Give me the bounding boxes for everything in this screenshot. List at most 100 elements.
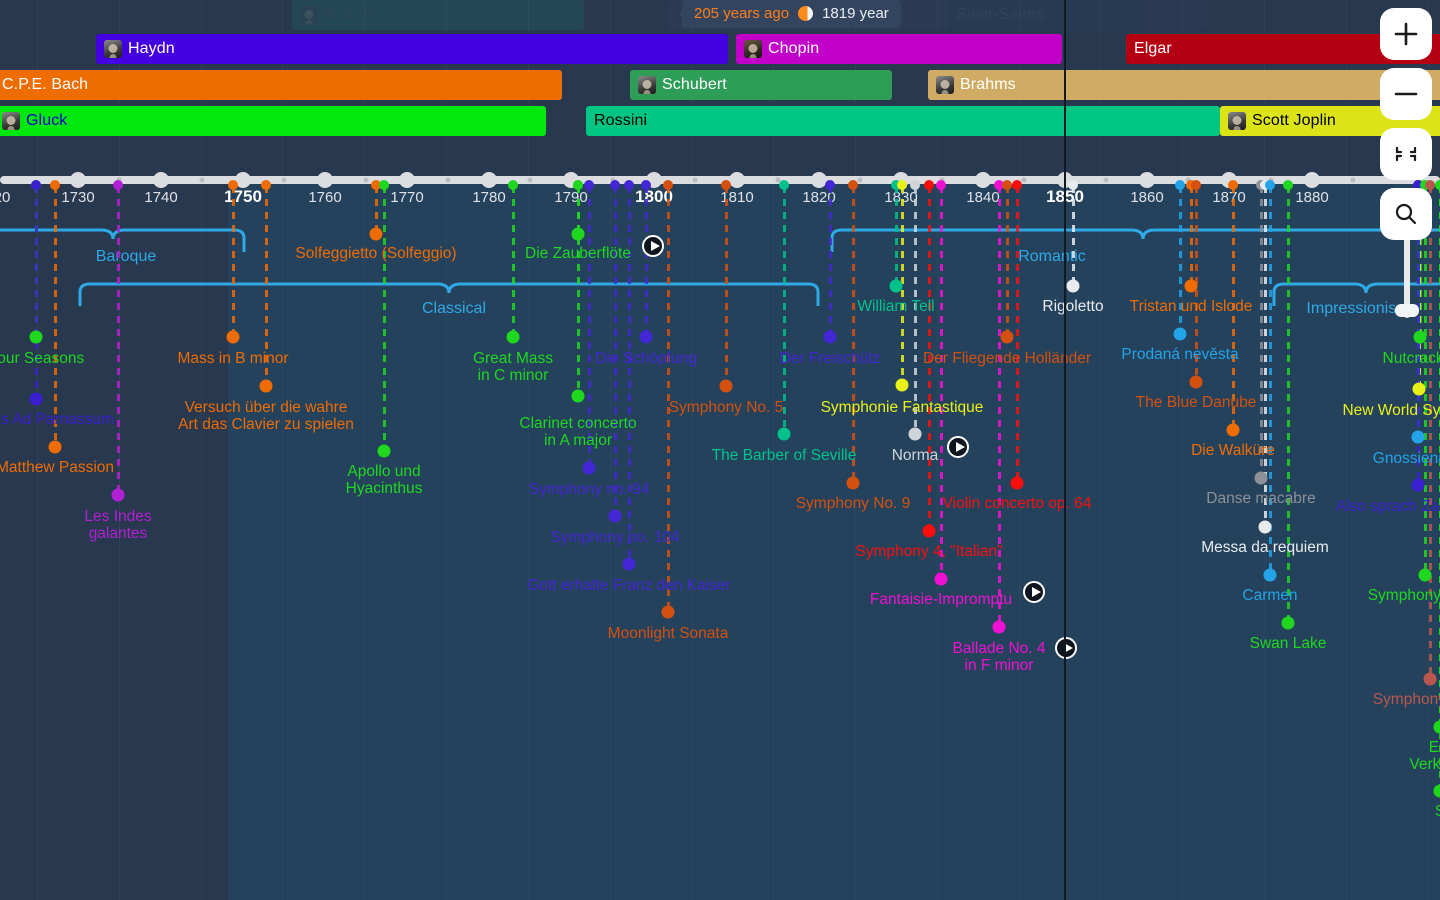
event-axis-pip[interactable] (50, 180, 60, 190)
event-label[interactable]: Clarinet concerto in A major (519, 415, 636, 449)
play-button-icon[interactable] (1055, 637, 1077, 659)
event-label[interactable]: S (1435, 803, 1440, 820)
play-button-icon[interactable] (947, 436, 969, 458)
event-label[interactable]: Ballade No. 4 in F minor (952, 640, 1045, 674)
event-axis-pip[interactable] (508, 180, 518, 190)
event-dot[interactable] (1255, 472, 1268, 485)
event-label[interactable]: Rigoletto (1042, 298, 1103, 315)
event-label[interactable]: Violin concerto op. 64 (943, 495, 1092, 512)
axis-tick-knob[interactable] (399, 172, 415, 188)
event-axis-pip[interactable] (779, 180, 789, 190)
event-axis-pip[interactable] (663, 180, 673, 190)
event-axis-pip[interactable] (1435, 180, 1440, 190)
event-dot[interactable] (1282, 617, 1295, 630)
event-dot[interactable] (1419, 569, 1432, 582)
event-dot[interactable] (909, 428, 922, 441)
search-button[interactable] (1380, 188, 1432, 240)
event-axis-pip[interactable] (573, 180, 583, 190)
composer-bar-mozart[interactable]: Mozart (292, 0, 584, 30)
event-dot[interactable] (30, 393, 43, 406)
event-dot[interactable] (623, 558, 636, 571)
event-dot[interactable] (1067, 280, 1080, 293)
event-dot[interactable] (1424, 673, 1437, 686)
composer-bar-chopin[interactable]: Chopin (736, 34, 1062, 64)
zoom-in-button[interactable] (1380, 8, 1432, 60)
event-label[interactable]: Symphonie Fantastique (821, 399, 984, 416)
event-label[interactable]: New World Symphony (1342, 402, 1440, 419)
event-label[interactable]: Versuch über die wahre Art das Clavier z… (178, 399, 354, 433)
event-dot[interactable] (507, 331, 520, 344)
zoom-out-button[interactable] (1380, 68, 1432, 120)
event-axis-pip[interactable] (1012, 180, 1022, 190)
event-axis-pip[interactable] (113, 180, 123, 190)
event-label[interactable]: Solfeggietto (Solfeggio) (295, 245, 456, 262)
composer-bar-haydn[interactable]: Haydn (96, 34, 728, 64)
event-label[interactable]: The Blue Danube (1136, 394, 1257, 411)
event-axis-pip[interactable] (610, 180, 620, 190)
event-label[interactable]: Danse macabre (1206, 490, 1315, 507)
event-dot[interactable] (640, 331, 653, 344)
event-axis-pip[interactable] (1228, 180, 1238, 190)
event-dot[interactable] (1434, 721, 1440, 734)
event-axis-pip[interactable] (1283, 180, 1293, 190)
event-dot[interactable] (1190, 376, 1203, 389)
event-axis-pip[interactable] (228, 180, 238, 190)
event-dot[interactable] (1185, 280, 1198, 293)
axis-tick-knob[interactable] (975, 172, 991, 188)
event-axis-pip[interactable] (1002, 180, 1012, 190)
event-label[interactable]: The Barber of Seville (712, 447, 857, 464)
event-axis-pip[interactable] (641, 180, 651, 190)
event-dot[interactable] (609, 510, 622, 523)
event-dot[interactable] (824, 331, 837, 344)
event-dot[interactable] (993, 621, 1006, 634)
axis-tick-knob[interactable] (729, 172, 745, 188)
event-dot[interactable] (370, 228, 383, 241)
event-label[interactable]: Die Zauberflöte (525, 245, 631, 262)
event-label[interactable]: Also sprach Zarathustra (1336, 498, 1440, 515)
play-button-icon[interactable] (642, 235, 664, 257)
event-dot[interactable] (1412, 431, 1425, 444)
event-axis-pip[interactable] (1175, 180, 1185, 190)
event-label[interactable]: Swan Lake (1250, 635, 1327, 652)
event-dot[interactable] (112, 489, 125, 502)
event-label[interactable]: Gott erhalte Franz den Kaiser (527, 577, 730, 594)
event-dot[interactable] (923, 525, 936, 538)
event-dot[interactable] (30, 331, 43, 344)
event-label[interactable]: Symphony No. 5 (669, 399, 784, 416)
event-dot[interactable] (260, 380, 273, 393)
event-dot[interactable] (227, 331, 240, 344)
event-axis-pip[interactable] (1265, 180, 1275, 190)
composer-bar-brahms[interactable]: Brahms (928, 70, 1440, 100)
event-dot[interactable] (847, 477, 860, 490)
event-dot[interactable] (1011, 477, 1024, 490)
event-dot[interactable] (1259, 521, 1272, 534)
event-dot[interactable] (720, 380, 733, 393)
timeline-canvas[interactable]: MozartBelliniSaint-SaënsHaydnChopinElgar… (0, 0, 1440, 900)
axis-tick-knob[interactable] (481, 172, 497, 188)
axis-tick-knob[interactable] (1304, 172, 1320, 188)
event-dot[interactable] (572, 390, 585, 403)
event-dot[interactable] (49, 441, 62, 454)
event-axis-pip[interactable] (721, 180, 731, 190)
event-label[interactable]: Fantaisie-Impromptu (870, 591, 1012, 608)
event-label[interactable]: Gnossiennes (1373, 450, 1440, 467)
event-label[interactable]: William Tell (857, 298, 934, 315)
vertical-scroll-thumb[interactable] (1395, 304, 1419, 317)
composer-bar-rossini[interactable]: Rossini (586, 106, 1220, 136)
event-label[interactable]: Great Mass in C minor (473, 350, 553, 384)
event-dot[interactable] (1174, 328, 1187, 341)
event-label[interactable]: Die Walküre (1191, 442, 1275, 459)
event-label[interactable]: Norma (892, 447, 939, 464)
axis-tick-knob[interactable] (153, 172, 169, 188)
event-axis-pip[interactable] (624, 180, 634, 190)
event-axis-pip[interactable] (379, 180, 389, 190)
event-dot[interactable] (1227, 424, 1240, 437)
event-label[interactable]: Les Indes galantes (84, 508, 151, 542)
event-label[interactable]: Symphony 4, "Italian" (855, 543, 1002, 560)
event-axis-pip[interactable] (1068, 180, 1078, 190)
event-axis-pip[interactable] (848, 180, 858, 190)
event-label[interactable]: Apollo und Hyacinthus (346, 463, 423, 497)
event-label[interactable]: Der Freischütz (780, 350, 881, 367)
event-label[interactable]: Messa da requiem (1201, 539, 1329, 556)
composer-bar-gluck[interactable]: Gluck (0, 106, 546, 136)
